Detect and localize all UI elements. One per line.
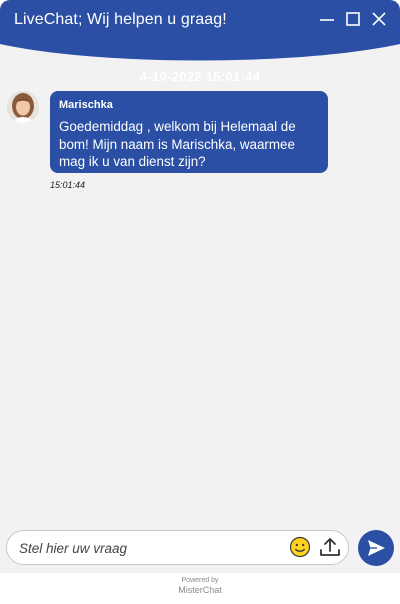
maximize-button[interactable] — [344, 10, 362, 28]
upload-button[interactable] — [318, 535, 342, 559]
message-sender: Marischka — [59, 99, 113, 111]
chat-widget: LiveChat; Wij helpen u graag! 4-10-2022 … — [0, 0, 400, 604]
agent-message-bubble: Marischka Goedemiddag , welkom bij Helem… — [50, 91, 328, 173]
window-controls — [318, 10, 388, 28]
send-button[interactable] — [358, 530, 394, 566]
maximize-icon — [346, 12, 360, 26]
send-icon — [368, 540, 385, 556]
smiley-icon — [289, 536, 311, 558]
emoji-button[interactable] — [289, 536, 311, 558]
close-button[interactable] — [370, 10, 388, 28]
agent-avatar-image — [7, 91, 39, 123]
close-icon — [372, 12, 386, 26]
powered-by-label: Powered by — [181, 577, 219, 584]
message-text: Goedemiddag , welkom bij Helemaal de bom… — [59, 119, 296, 169]
message-input[interactable] — [17, 531, 281, 566]
agent-avatar — [7, 91, 39, 123]
brand-link[interactable]: MisterChat — [0, 585, 400, 595]
minimize-button[interactable] — [318, 10, 336, 28]
chat-footer: Powered by MisterChat — [0, 573, 400, 604]
conversation-date: 4-10-2022 15:01:44 — [139, 69, 261, 84]
upload-icon — [320, 538, 340, 556]
message-composer — [6, 530, 349, 566]
chat-title: LiveChat; Wij helpen u graag! — [14, 11, 227, 28]
minimize-icon — [320, 19, 334, 21]
message-time: 15:01:44 — [50, 180, 86, 190]
chat-header: LiveChat; Wij helpen u graag! — [0, 0, 400, 62]
